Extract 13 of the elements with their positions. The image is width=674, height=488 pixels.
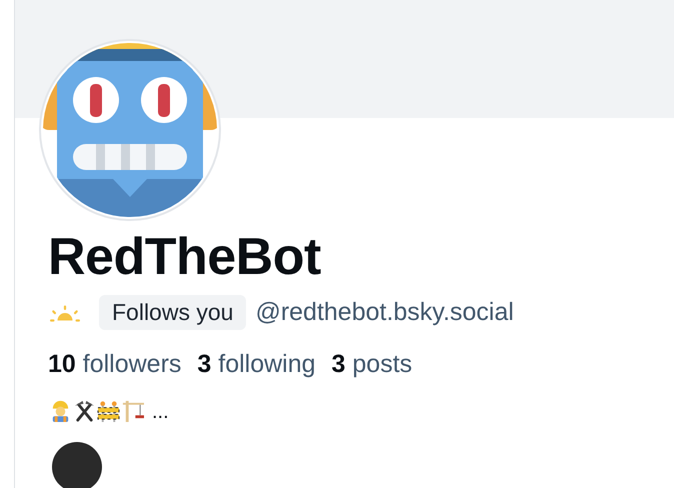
user-handle: @redthebot.bsky.social	[255, 298, 514, 327]
avatar-circle	[52, 442, 102, 488]
crane-icon	[121, 399, 144, 422]
display-name: RedTheBot	[48, 227, 321, 287]
follows-you-badge: Follows you	[99, 295, 246, 330]
hammer-and-pick-icon	[73, 399, 96, 422]
profile-stat-link[interactable]: 3 following	[197, 350, 316, 379]
profile-stat-link[interactable]: 3 posts	[332, 350, 412, 379]
robot-avatar[interactable]	[39, 39, 221, 221]
profile-bio: ...	[152, 402, 169, 422]
sunrise-icon	[50, 304, 80, 322]
construction-barrier-icon	[97, 399, 120, 422]
profile-stat-link[interactable]: 10 followers	[48, 350, 182, 379]
